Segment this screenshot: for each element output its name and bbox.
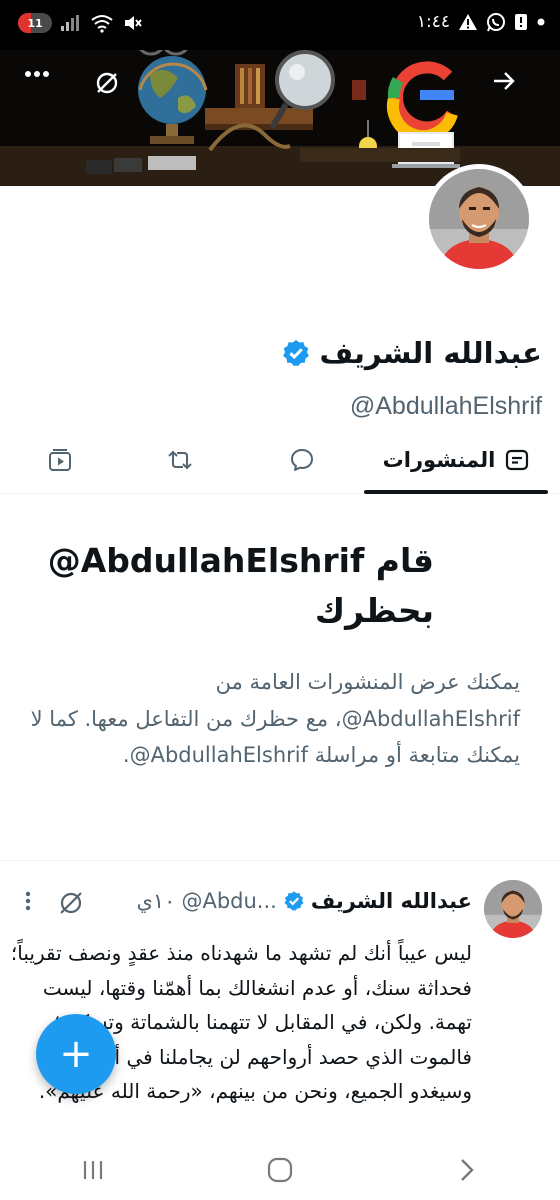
home-icon [267, 1157, 293, 1183]
more-dots-icon [25, 71, 49, 77]
post-author-avatar[interactable] [484, 880, 542, 938]
battery-level: 11 [27, 16, 43, 30]
recent-apps-icon [84, 1161, 103, 1179]
blocked-title-prefix: قام [364, 541, 434, 580]
avatar-image [429, 169, 529, 269]
status-time: ١:٤٤ [416, 12, 450, 32]
active-tab-indicator [364, 490, 548, 494]
alert-icon [515, 14, 527, 30]
profile-name: عبدالله الشريف [319, 336, 542, 370]
blocked-desc-handle-2: @AbdullahElshrif [129, 743, 308, 767]
post-author-name[interactable]: عبدالله الشريف [311, 889, 472, 913]
profile-avatar[interactable] [424, 164, 534, 274]
wifi-icon [91, 15, 113, 33]
blocked-title: قام @AbdullahElshrif بحظرك [40, 536, 434, 636]
warning-icon [459, 14, 477, 30]
tab-posts-label: المنشورات [382, 448, 496, 472]
tab-posts[interactable]: المنشورات [364, 428, 548, 492]
profile-handle: @AbdullahElshrif [349, 392, 542, 420]
reply-icon [291, 449, 313, 471]
more-options-button[interactable] [24, 70, 64, 110]
system-nav-bar [0, 1140, 560, 1200]
recent-apps-button[interactable] [63, 1148, 123, 1192]
profile-tabs: المنشورات [0, 428, 560, 494]
media-icon [49, 449, 71, 471]
post-verified-badge-icon [284, 891, 304, 911]
status-left: 11 [18, 13, 142, 33]
dot-icon [537, 18, 545, 26]
tab-media[interactable] [30, 428, 90, 492]
plus-icon: + [59, 1031, 93, 1077]
mute-account-icon [96, 72, 118, 94]
status-right: ١:٤٤ [417, 12, 546, 32]
blocked-desc-part-1: يمكنك عرض المنشورات العامة من [215, 670, 520, 694]
post-avatar-image [484, 880, 542, 938]
status-bar: 11 ١:٤٤ [0, 0, 560, 50]
battery-indicator: 11 [18, 13, 52, 33]
tab-reposts[interactable] [150, 428, 210, 492]
blocked-desc-handle-1: @AbdullahElshrif [341, 706, 520, 731]
repost-icon [168, 450, 192, 470]
section-divider [0, 860, 560, 861]
profile-name-row: عبدالله الشريف [281, 336, 542, 370]
post-timestamp[interactable]: ١٠ي [136, 889, 175, 913]
tab-replies[interactable] [272, 428, 332, 492]
blocked-desc-part-3: . [122, 743, 130, 767]
blocked-description: يمكنك عرض المنشورات العامة من @AbdullahE… [30, 664, 520, 774]
back-button[interactable] [492, 70, 532, 110]
post-mute-icon[interactable] [56, 888, 86, 918]
post-header: عبدالله الشريف @Abdu... ١٠ي [32, 884, 472, 918]
post-author-handle: @Abdu... [181, 889, 277, 913]
blocked-title-handle: @AbdullahElshrif [47, 541, 365, 580]
blocked-title-suffix: بحظرك [314, 591, 434, 630]
mute-icon [125, 16, 142, 30]
vertical-dots-icon [25, 891, 31, 911]
compose-post-button[interactable]: + [36, 1014, 116, 1094]
post-more-button[interactable] [18, 890, 38, 920]
whatsapp-icon [487, 13, 505, 32]
mute-button[interactable] [94, 70, 134, 110]
verified-badge-icon [283, 339, 310, 367]
chevron-icon [460, 1159, 474, 1181]
posts-icon [506, 449, 529, 471]
signal-icon [61, 15, 79, 31]
system-back-button[interactable] [437, 1148, 497, 1192]
home-button[interactable] [250, 1148, 310, 1192]
arrow-icon [494, 72, 515, 90]
